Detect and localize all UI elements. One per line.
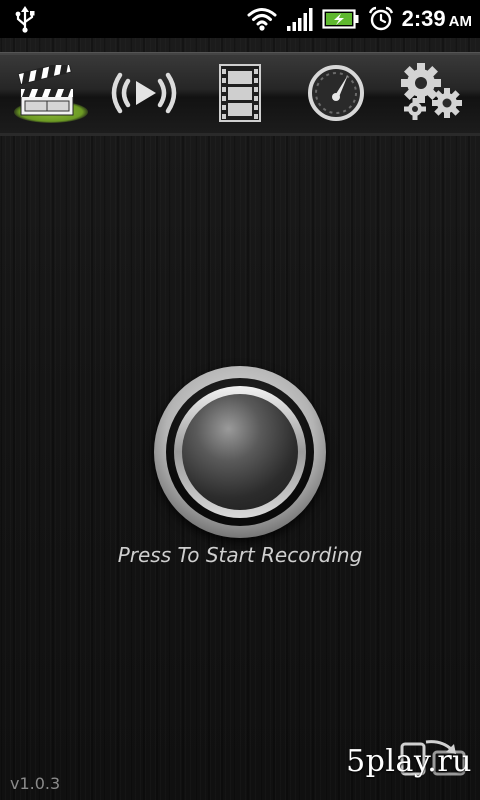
- tab-stream[interactable]: [96, 53, 192, 133]
- wifi-icon: [247, 8, 277, 31]
- record-button-wrap: [154, 366, 326, 538]
- clapperboard-icon: [17, 65, 74, 116]
- watermark-text: 5play.ru: [346, 744, 472, 779]
- status-clock: 2:39 AM: [402, 6, 472, 32]
- screen: 2:39 AM Press To Start Recording v1.0.3 …: [0, 0, 480, 800]
- tab-settings[interactable]: [384, 53, 480, 133]
- toolbar: [0, 52, 480, 136]
- tab-record[interactable]: [0, 53, 96, 133]
- clock-time: 2:39: [401, 6, 446, 31]
- tab-videos[interactable]: [192, 53, 288, 133]
- usb-icon: [15, 6, 35, 33]
- alarm-icon: [368, 6, 393, 31]
- signal-icon: [286, 8, 313, 31]
- record-button[interactable]: [154, 366, 326, 538]
- broadcast-play-icon: [111, 72, 177, 114]
- clock-ampm: AM: [448, 13, 472, 30]
- battery-charging-icon: [322, 9, 359, 29]
- version-label: v1.0.3: [10, 774, 61, 793]
- record-button-cap: [182, 394, 298, 510]
- record-label: Press To Start Recording: [117, 543, 363, 567]
- gears-icon: [401, 63, 462, 120]
- gauge-icon: [308, 65, 364, 121]
- tab-quality[interactable]: [288, 53, 384, 133]
- film-strip-icon: [219, 64, 261, 122]
- status-bar: 2:39 AM: [0, 0, 480, 38]
